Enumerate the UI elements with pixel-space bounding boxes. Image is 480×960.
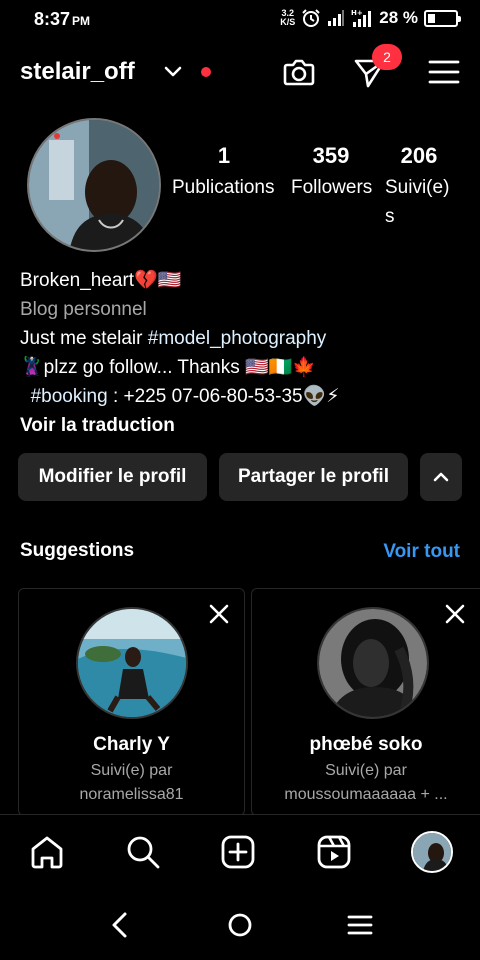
create-icon[interactable]: [219, 833, 257, 871]
status-bar: 8:37 PM 3.2 K/S H+ 28 %: [0, 0, 480, 36]
bio-line-3: #booking : +225 07-06-80-53-35👽⚡: [30, 386, 340, 407]
profile-avatar[interactable]: [27, 118, 161, 252]
alarm-icon: [302, 9, 320, 27]
share-profile-button[interactable]: Partager le profil: [219, 453, 408, 501]
chevron-up-icon: [433, 472, 449, 482]
username[interactable]: stelair_off: [20, 58, 135, 86]
home-circle-icon[interactable]: [225, 910, 255, 940]
reels-icon[interactable]: [315, 833, 353, 871]
suggestion-card[interactable]: phœbé soko Suivi(e) par moussoumaaaaaa +…: [251, 588, 480, 816]
system-nav-bar: [0, 890, 480, 960]
recents-icon[interactable]: [345, 910, 375, 940]
stat-followers[interactable]: 359 Followers: [291, 143, 375, 202]
profile-category: Blog personnel: [20, 299, 147, 320]
suggestion-name[interactable]: Charly Y: [19, 734, 244, 756]
bio-line-2: 🦹plzz go follow... Thanks 🇺🇸🇨🇮🍁: [20, 357, 316, 378]
home-icon[interactable]: [28, 833, 66, 871]
signal-hplus-icon: H+: [351, 9, 372, 27]
chevron-down-icon[interactable]: [162, 60, 184, 82]
bottom-tab-bar: [0, 814, 480, 890]
back-icon[interactable]: [105, 910, 135, 940]
hashtag-link[interactable]: #model_photography: [148, 328, 327, 349]
bio-line-1: Just me stelair #model_photography: [20, 328, 327, 349]
suggestion-avatar[interactable]: [76, 607, 188, 719]
suggestions-title: Suggestions: [20, 540, 135, 561]
menu-icon[interactable]: [426, 54, 462, 90]
close-icon[interactable]: [444, 603, 466, 625]
suggestion-context: Suivi(e) par: [325, 762, 407, 779]
search-icon[interactable]: [124, 833, 162, 871]
notification-badge: 2: [372, 44, 402, 70]
suggestion-mutual: moussoumaaaaaa + ...: [284, 786, 448, 803]
status-icons: 3.2 K/S H+ 28 %: [280, 6, 461, 30]
profile-bio: Broken_heart💔🇺🇸 Blog personnel Just me s…: [20, 266, 470, 440]
stat-posts[interactable]: 1 Publications: [172, 143, 282, 202]
camera-icon[interactable]: [281, 54, 317, 90]
see-translation-link[interactable]: Voir la traduction: [20, 411, 470, 440]
suggestion-name[interactable]: phœbé soko: [252, 734, 480, 756]
edit-profile-button[interactable]: Modifier le profil: [18, 453, 207, 501]
clock: 8:37 PM: [34, 9, 91, 29]
suggestion-card[interactable]: Charly Y Suivi(e) par noramelissa81: [18, 588, 245, 816]
discover-people-button[interactable]: [420, 453, 462, 501]
profile-header: stelair_off: [0, 48, 480, 96]
svg-text:H+: H+: [351, 9, 363, 17]
signal-icon: [328, 10, 345, 26]
battery-percent: 28 %: [379, 8, 418, 27]
suggestion-context: Suivi(e) par: [90, 762, 173, 779]
see-all-link[interactable]: Voir tout: [383, 541, 460, 563]
unread-dot: [201, 67, 211, 77]
suggestion-avatar[interactable]: [317, 607, 429, 719]
profile-tab-avatar[interactable]: [411, 831, 453, 873]
display-name: Broken_heart💔🇺🇸: [20, 270, 182, 291]
close-icon[interactable]: [208, 603, 230, 625]
battery-icon: [424, 9, 461, 27]
hashtag-link[interactable]: #booking: [31, 386, 108, 407]
suggestion-mutual: noramelissa81: [79, 786, 184, 803]
stat-following[interactable]: 206 Suivi(e)s: [385, 143, 457, 231]
network-speed: 3.2 K/S: [280, 8, 296, 27]
